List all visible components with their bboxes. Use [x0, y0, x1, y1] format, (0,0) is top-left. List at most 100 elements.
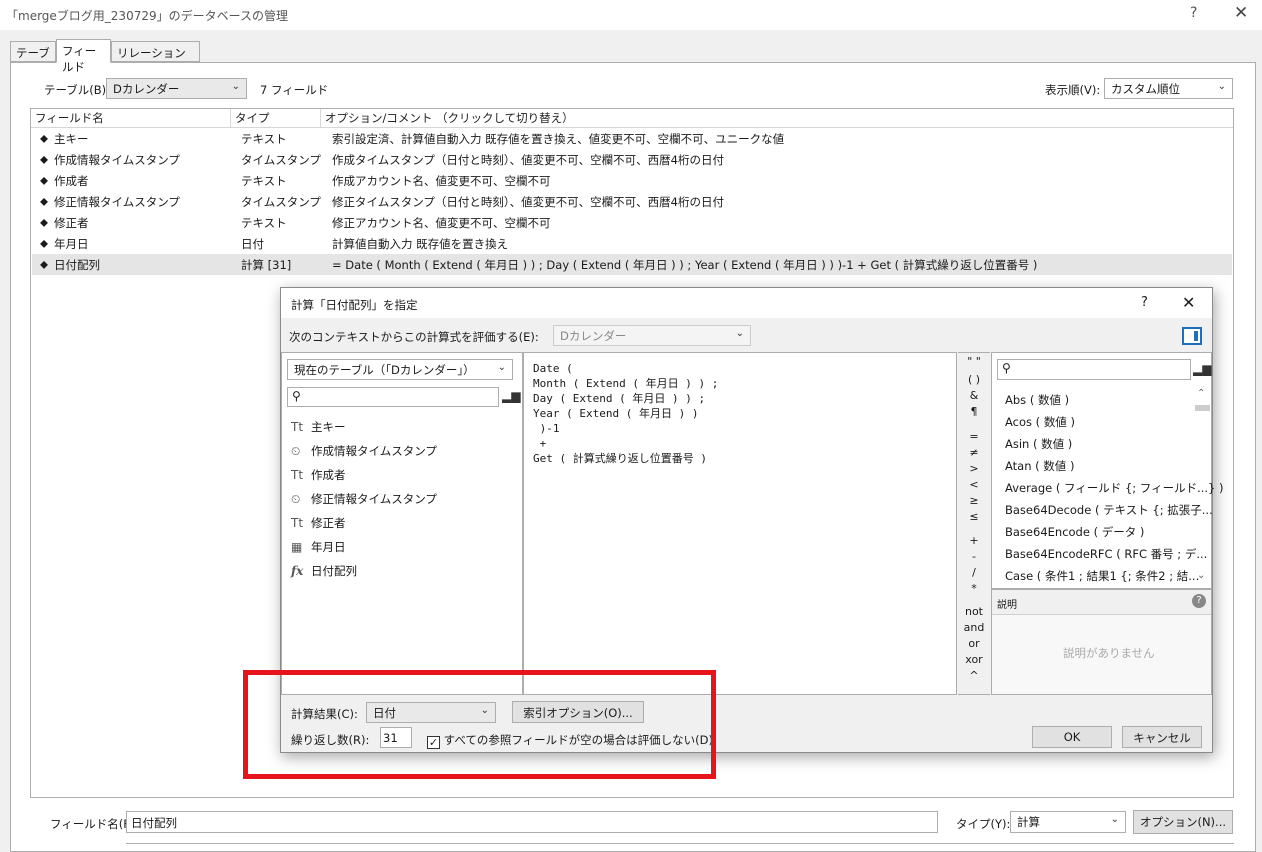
table-context-value: 現在のテーブル（「Dカレンダー」）: [294, 363, 475, 377]
drag-handle-icon[interactable]: ⬥: [40, 257, 48, 272]
tab-fields[interactable]: フィールド: [56, 39, 111, 74]
drag-handle-icon[interactable]: ⬥: [40, 152, 48, 167]
tab-tables[interactable]: テーブル: [10, 41, 56, 76]
text-field-icon: Tt: [291, 420, 304, 434]
close-icon[interactable]: ✕: [1234, 3, 1248, 23]
function-item[interactable]: Abs ( 数値 ): [1005, 392, 1069, 408]
scroll-thumb[interactable]: [1195, 405, 1210, 411]
order-select[interactable]: カスタム順位 ⌄: [1104, 78, 1233, 99]
not-operator[interactable]: not: [959, 605, 989, 618]
field-options: 計算値自動入力 既存値を置き換え: [332, 237, 509, 251]
table-row-selected[interactable]: ⬥ 日付配列 計算 [31] = Date ( Month ( Extend ( 年月…: [32, 254, 1232, 275]
drag-handle-icon[interactable]: ⬥: [40, 236, 48, 251]
field-list-item[interactable]: fx 日付配列: [291, 563, 357, 579]
table-label: テーブル(B):: [44, 83, 111, 97]
function-item[interactable]: Base64EncodeRFC ( RFC 番号 ; デ...: [1005, 546, 1207, 562]
plus-operator[interactable]: +: [959, 534, 989, 547]
less-operator[interactable]: <: [959, 478, 989, 491]
context-select[interactable]: Dカレンダー ⌄: [553, 325, 751, 346]
chevron-down-icon: ⌄: [1110, 814, 1119, 825]
function-item[interactable]: Base64Decode ( テキスト {; 拡張子...: [1005, 502, 1213, 518]
field-search-input[interactable]: ⚲: [287, 387, 499, 407]
table-select-value: Dカレンダー: [113, 82, 180, 96]
table-row[interactable]: ⬥ 年月日 日付 計算値自動入力 既存値を置き換え: [32, 233, 1232, 254]
tab-relationships[interactable]: リレーションシップ: [111, 41, 200, 76]
field-list-item[interactable]: ⏲ 修正情報タイムスタンプ: [291, 491, 437, 507]
equal-operator[interactable]: =: [959, 430, 989, 443]
and-operator[interactable]: and: [959, 621, 989, 634]
chevron-down-icon: ⌄: [231, 81, 240, 92]
drag-handle-icon[interactable]: ⬥: [40, 131, 48, 146]
table-row[interactable]: ⬥ 作成情報タイムスタンプ タイムスタンプ 作成タイムスタンプ（日付と時刻）、値変更不…: [32, 149, 1232, 170]
divide-operator[interactable]: /: [959, 566, 989, 579]
power-operator[interactable]: ^: [959, 669, 989, 682]
less-equal-operator[interactable]: ≤: [959, 510, 989, 523]
xor-operator[interactable]: xor: [959, 653, 989, 666]
function-item[interactable]: Asin ( 数値 ): [1005, 436, 1072, 452]
function-search-input[interactable]: ⚲: [997, 359, 1191, 380]
field-options: 作成タイムスタンプ（日付と時刻）、値変更不可、空欄不可、西暦4桁の日付: [332, 153, 724, 167]
table-select[interactable]: Dカレンダー ⌄: [106, 78, 247, 99]
multiply-operator[interactable]: *: [959, 582, 989, 595]
quote-operator[interactable]: " ": [959, 355, 989, 368]
field-name: 修正情報タイムスタンプ: [54, 195, 180, 209]
field-type: テキスト: [241, 216, 287, 230]
table-row[interactable]: ⬥ 主キー テキスト 索引設定済、計算値自動入力 既存値を置き換え、値変更不可、空欄不…: [32, 128, 1232, 149]
function-item[interactable]: Acos ( 数値 ): [1005, 414, 1075, 430]
description-empty: 説明がありません: [1063, 646, 1155, 660]
field-list-item[interactable]: Tt 作成者: [291, 467, 346, 483]
function-item[interactable]: Case ( 条件1 ; 結果1 {; 条件2 ; 結...: [1005, 568, 1199, 584]
paren-operator[interactable]: ( ): [959, 373, 989, 386]
function-item[interactable]: Atan ( 数値 ): [1005, 458, 1074, 474]
sort-icon[interactable]: ▂▆: [502, 389, 520, 403]
drag-handle-icon[interactable]: ⬥: [40, 173, 48, 188]
column-header-type[interactable]: タイプ: [231, 109, 321, 127]
timestamp-field-icon: ⏲: [291, 444, 301, 458]
cancel-button[interactable]: キャンセル: [1122, 726, 1202, 748]
table-context-select[interactable]: 現在のテーブル（「Dカレンダー」） ⌄: [287, 359, 513, 380]
not-equal-operator[interactable]: ≠: [959, 446, 989, 459]
sort-icon[interactable]: ▂▆: [1193, 362, 1211, 376]
description-label: 説明: [997, 600, 1017, 611]
help-icon[interactable]: ?: [1141, 295, 1148, 310]
scroll-down-icon[interactable]: ⌄: [1197, 570, 1205, 581]
options-button[interactable]: オプション(N)...: [1133, 810, 1233, 834]
close-icon[interactable]: ✕: [1182, 293, 1195, 312]
chevron-down-icon: ⌄: [735, 328, 744, 339]
column-header-options[interactable]: オプション/コメント （クリックして切り替え）: [321, 109, 1228, 127]
type-label: タイプ(Y):: [956, 817, 1011, 831]
timestamp-field-icon: ⏲: [291, 492, 301, 506]
field-name: 日付配列: [54, 258, 100, 272]
panel-toggle-icon[interactable]: [1182, 327, 1202, 345]
field-list-item[interactable]: ▦ 年月日: [291, 539, 346, 555]
function-item[interactable]: Average ( フィールド {; フィールド...} ): [1005, 480, 1224, 496]
or-operator[interactable]: or: [959, 637, 989, 650]
field-list-item[interactable]: Tt 修正者: [291, 515, 346, 531]
comment-input[interactable]: [126, 843, 1234, 847]
highlight-annotation: [243, 670, 716, 779]
table-row[interactable]: ⬥ 修正情報タイムスタンプ タイムスタンプ 修正タイムスタンプ（日付と時刻）、値変更不…: [32, 191, 1232, 212]
pilcrow-operator[interactable]: ¶: [959, 405, 989, 418]
field-type: テキスト: [241, 174, 287, 188]
help-icon[interactable]: ?: [1190, 5, 1197, 21]
drag-handle-icon[interactable]: ⬥: [40, 194, 48, 209]
dialog-title-bar: [281, 288, 1212, 318]
formula-text[interactable]: Date ( Month ( Extend ( 年月日 ) ) ; Day ( …: [533, 361, 718, 466]
drag-handle-icon[interactable]: ⬥: [40, 215, 48, 230]
ok-button[interactable]: OK: [1032, 726, 1112, 748]
field-name-input[interactable]: 日付配列: [126, 811, 938, 833]
field-list-item[interactable]: Tt 主キー: [291, 419, 346, 435]
help-icon[interactable]: ?: [1192, 594, 1206, 608]
function-item[interactable]: Base64Encode ( データ ): [1005, 524, 1144, 540]
greater-equal-operator[interactable]: ≥: [959, 494, 989, 507]
table-row[interactable]: ⬥ 作成者 テキスト 作成アカウント名、値変更不可、空欄不可: [32, 170, 1232, 191]
table-row[interactable]: ⬥ 修正者 テキスト 修正アカウント名、値変更不可、空欄不可: [32, 212, 1232, 233]
function-scrollbar[interactable]: ⌃ ⌄: [1193, 388, 1210, 586]
minus-operator[interactable]: -: [959, 550, 989, 563]
ampersand-operator[interactable]: &: [959, 389, 989, 402]
column-header-name[interactable]: フィールド名: [31, 109, 231, 127]
scroll-up-icon[interactable]: ⌃: [1197, 388, 1205, 399]
field-list-item[interactable]: ⏲ 作成情報タイムスタンプ: [291, 443, 437, 459]
type-select[interactable]: 計算 ⌄: [1010, 811, 1126, 833]
greater-operator[interactable]: >: [959, 462, 989, 475]
